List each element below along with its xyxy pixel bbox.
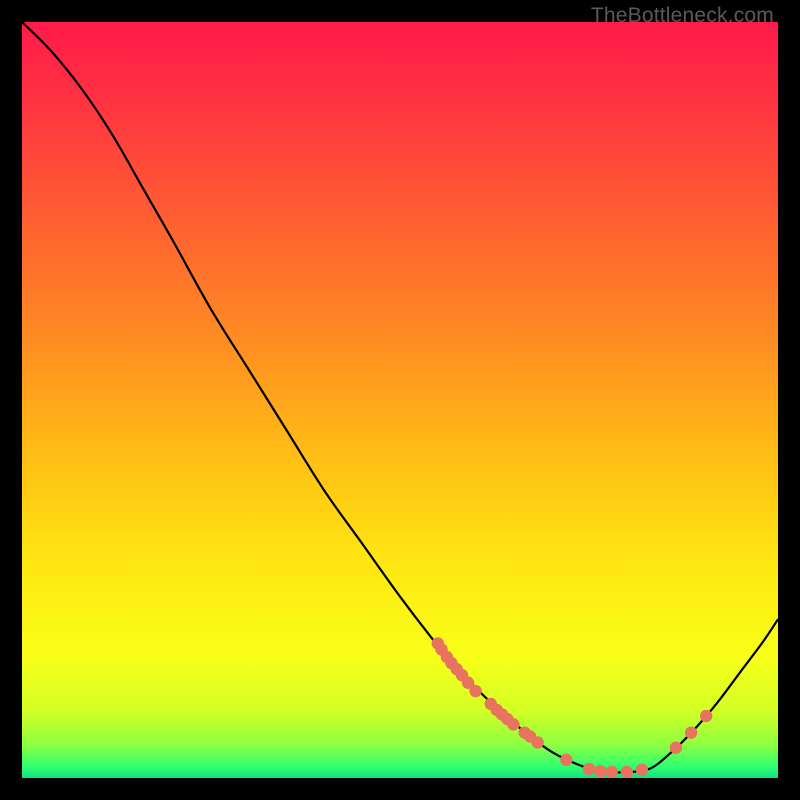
data-point: [670, 742, 682, 754]
data-point: [594, 765, 606, 777]
data-point: [636, 763, 648, 775]
data-point: [685, 726, 697, 738]
data-point: [560, 754, 572, 766]
data-point: [700, 710, 712, 722]
data-point: [583, 763, 595, 775]
gradient-background: [22, 22, 778, 778]
data-point: [531, 736, 543, 748]
data-point: [507, 718, 519, 730]
data-point: [605, 766, 617, 778]
chart-svg: [22, 22, 778, 778]
data-point: [621, 766, 633, 778]
data-point: [469, 685, 481, 697]
chart-plot-area: [22, 22, 778, 778]
watermark-text: TheBottleneck.com: [591, 4, 774, 28]
